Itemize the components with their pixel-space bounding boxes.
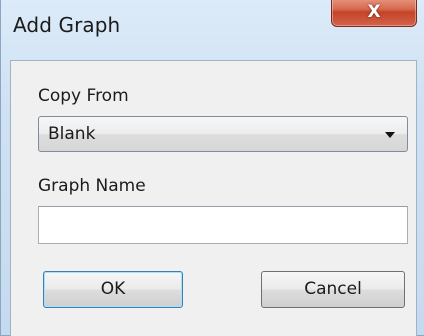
graph-name-label: Graph Name (38, 176, 146, 196)
chevron-down-icon (385, 132, 395, 138)
ok-button[interactable]: OK (43, 271, 183, 308)
close-button[interactable]: X (331, 0, 417, 27)
window-title: Add Graph (13, 13, 121, 37)
dialog-body: Copy From Blank Graph Name OK Cancel (10, 60, 417, 336)
copy-from-selected-value: Blank (48, 124, 96, 144)
copy-from-label: Copy From (38, 86, 129, 106)
graph-name-input[interactable] (38, 206, 408, 244)
copy-from-dropdown[interactable]: Blank (38, 116, 408, 152)
add-graph-dialog: Add Graph X Copy From Blank Graph Name O… (0, 0, 424, 336)
cancel-button[interactable]: Cancel (261, 271, 405, 308)
close-icon: X (367, 2, 381, 22)
